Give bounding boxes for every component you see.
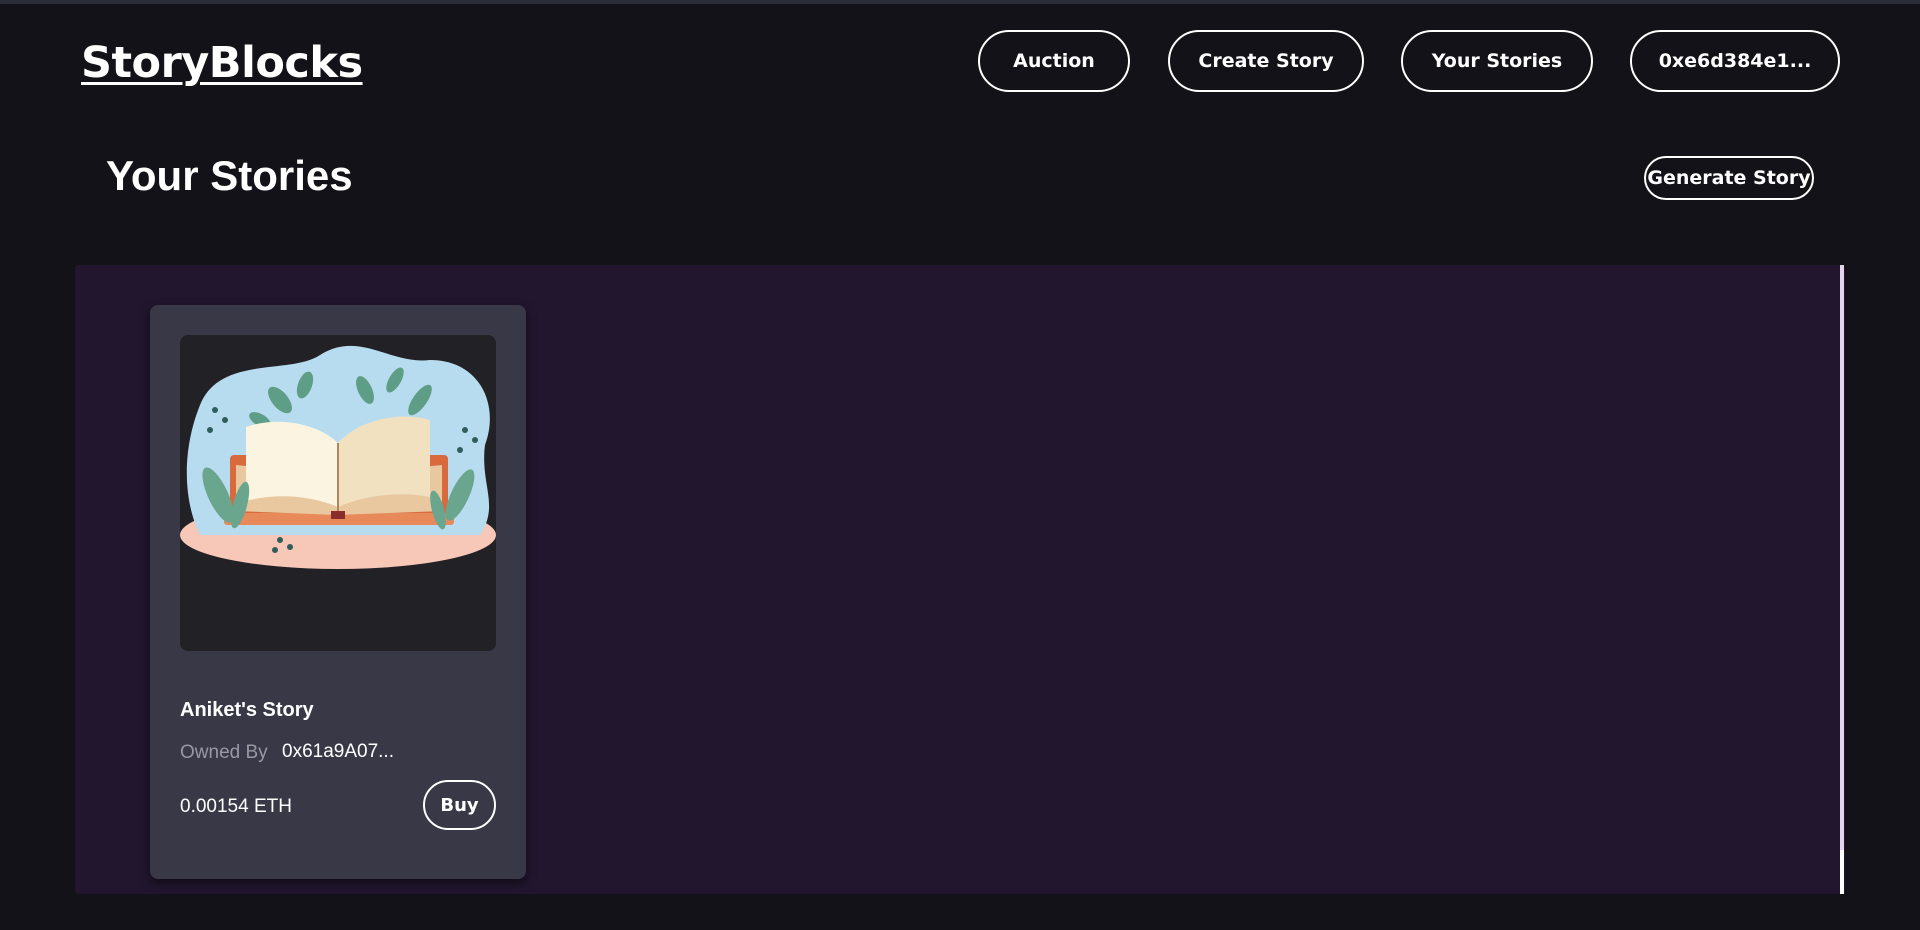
your-stories-button[interactable]: Your Stories [1401,30,1593,92]
story-image [180,335,496,651]
scrollbar-thumb[interactable] [1840,265,1844,850]
story-title: Aniket's Story [180,699,314,721]
wallet-address-button[interactable]: 0xe6d384e1... [1630,30,1840,92]
story-price: 0.00154 ETH [180,796,292,817]
generate-story-button[interactable]: Generate Story [1644,156,1814,200]
site-header: StoryBlocks Auction Create Story Your St… [0,4,1920,118]
create-story-button[interactable]: Create Story [1168,30,1364,92]
logo-link[interactable]: StoryBlocks [81,38,363,88]
buy-button[interactable]: Buy [423,780,496,830]
owned-by-label: Owned By [180,742,268,763]
page-title: Your Stories [106,152,353,199]
story-card[interactable]: Aniket's Story Owned By 0x61a9A07... 0.0… [150,305,526,879]
open-book-icon [180,345,496,569]
owner-address: 0x61a9A07... [282,741,394,762]
auction-button[interactable]: Auction [978,30,1130,92]
